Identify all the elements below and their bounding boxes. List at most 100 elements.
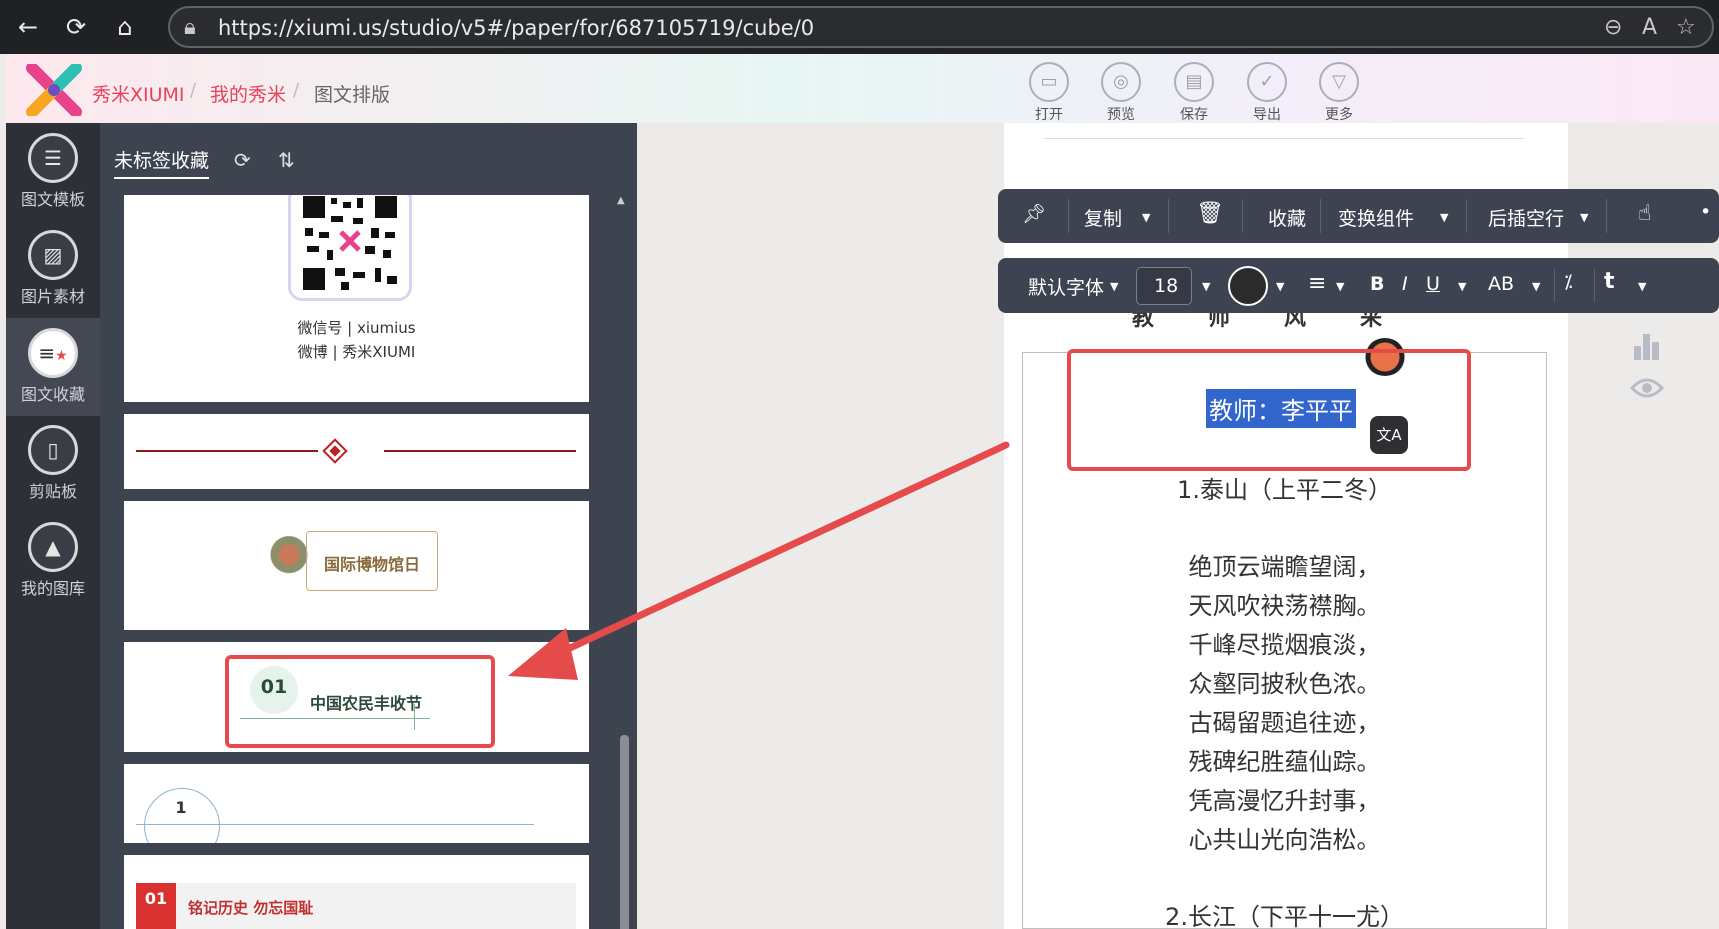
scroll-up-icon[interactable]: ▲ [617,195,625,206]
collect-button[interactable]: 收藏 [1268,204,1306,231]
breadcrumb-separator: / [293,80,300,101]
qr-frame [288,195,412,301]
poem-line: 凭高漫忆升封事， [1188,787,1381,815]
align-icon[interactable]: ≡ [1308,271,1326,296]
scrollbar-thumb[interactable] [620,735,629,929]
font-caret-icon[interactable]: ▼ [1110,280,1118,293]
toolbar-separator [1242,199,1243,233]
toolbar-separator [1466,199,1467,233]
save-icon: ▤ [1174,62,1214,102]
number-one: 1 [175,798,187,817]
favorite-card-qrcode[interactable]: 微信号 | xiumius 微博 | 秀米XIUMI [124,195,589,402]
highlight-box-festival [225,655,495,748]
component-toolbar: 📌︎ 复制 ▼ 🗑︎ 收藏 变换组件 ▼ 后插空行 ▼ ☝︎ • [998,189,1719,243]
toolbar-separator [1594,268,1595,302]
grid-icon[interactable] [1622,240,1662,250]
more-dot-icon[interactable]: • [1700,201,1711,223]
clipboard-icon: ▯ [28,425,78,475]
browser-toolbar: ← ⟳ ⌂ 🔒︎ https://xiumi.us/studio/v5#/pap… [0,0,1719,54]
preview-icon: ◎ [1101,62,1141,102]
nav-templates[interactable]: ☰ 图文模板 [6,123,100,221]
font-size-input[interactable]: 18 [1136,267,1192,305]
list-icon: ☰ [28,133,78,183]
divider-line [384,450,576,452]
poem-line: 天风吹袂荡襟胸。 [1188,592,1381,620]
eye-icon[interactable] [1630,376,1664,400]
panel-scrollbar[interactable]: ▲ [614,195,632,929]
size-caret-icon[interactable]: ▼ [1202,280,1210,293]
tab-untagged[interactable]: 未标签收藏 [114,146,210,179]
nav-clipboard[interactable]: ▯ 剪贴板 [6,415,100,513]
weibo-id: 微博 | 秀米XIUMI [297,343,416,361]
favorites-icon: ≡★ [28,328,78,378]
breadcrumb-home[interactable]: 秀米XIUMI [92,80,185,107]
highlight-box-teacher [1067,349,1471,471]
clear-format-icon[interactable]: ⁒ [1564,271,1573,293]
poem2-title: 2.长江（下平十一尤） [1165,903,1404,929]
caps-button[interactable]: AB [1488,273,1514,295]
more-button[interactable]: ▽ 更多 [1313,62,1365,124]
align-caret-icon[interactable]: ▼ [1336,280,1344,293]
toolbar-separator [1068,199,1069,233]
sort-icon[interactable]: ⇅ [278,148,295,172]
remember-number: 01 [136,883,176,929]
transform-button[interactable]: 变换组件 [1338,204,1414,231]
address-bar[interactable]: 🔒︎ https://xiumi.us/studio/v5#/paper/for… [168,6,1714,48]
text-color-swatch[interactable] [1228,266,1268,306]
font-size-value: 18 [1154,275,1179,297]
gallery-icon: ▲ [28,522,78,572]
reload-icon[interactable]: ⟳ [60,11,92,43]
nav-favorites[interactable]: ≡★ 图文收藏 [6,318,100,416]
favorite-card-remember[interactable]: 01 铭记历史 勿忘国耻 [124,855,589,929]
poem-line: 千峰尽揽烟痕淡， [1188,631,1381,659]
check-icon: ✓ [1247,62,1287,102]
url-text: https://xiumi.us/studio/v5#/paper/for/68… [218,16,815,40]
zoom-icon[interactable]: ⊖ [1604,15,1622,40]
home-icon[interactable]: ⌂ [109,11,141,43]
nav-images[interactable]: ▨ 图片素材 [6,220,100,318]
copy-button[interactable]: 复制 [1084,204,1122,231]
underline-caret-icon[interactable]: ▼ [1458,280,1466,293]
museum-title: 国际博物馆日 [323,555,420,574]
image-icon: ▨ [28,230,78,280]
breadcrumb-separator: / [190,80,197,101]
save-button[interactable]: ▤ 保存 [1168,62,1220,124]
toolbar-separator [1320,199,1321,233]
chart-icon[interactable] [1632,330,1662,360]
underline-button[interactable]: U [1426,273,1440,295]
poem-line: 残碑纪胜蕴仙踪。 [1188,748,1381,776]
italic-button[interactable]: I [1402,273,1408,295]
insert-caret-icon[interactable]: ▼ [1580,211,1588,224]
transform-caret-icon[interactable]: ▼ [1440,211,1448,224]
refresh-icon[interactable]: ⟳ [234,148,251,172]
favorite-card-number[interactable]: 1 [124,764,589,843]
select-parent-icon[interactable]: ☝︎ [1638,201,1651,226]
breadcrumb-my[interactable]: 我的秀米 [210,80,286,107]
insert-after-button[interactable]: 后插空行 [1488,204,1564,231]
font-family-select[interactable]: 默认字体 [1028,273,1104,300]
nav-gallery[interactable]: ▲ 我的图库 [6,512,100,610]
poem1-title: 1.泰山（上平二冬） [1177,476,1392,504]
favorite-card-museum[interactable]: 国际博物馆日 [124,501,589,630]
poem-line: 古碣留题追往迹， [1188,709,1381,737]
pin-icon[interactable]: 📌︎ [1022,202,1046,225]
open-button[interactable]: ▭ 打开 [1023,62,1075,124]
back-icon[interactable]: ← [12,11,44,43]
export-button[interactable]: ✓ 导出 [1241,62,1293,124]
favorite-card-divider[interactable] [124,414,589,489]
copy-caret-icon[interactable]: ▼ [1142,211,1150,224]
app-header: 秀米XIUMI / 我的秀米 / 图文排版 ▭ 打开 ◎ 预览 ▤ 保存 ✓ 导… [6,54,1719,123]
folder-icon: ▭ [1029,62,1069,102]
bold-button[interactable]: B [1370,273,1384,295]
caps-caret-icon[interactable]: ▼ [1532,280,1540,293]
poem-line: 众壑同披秋色浓。 [1188,670,1381,698]
xiumi-logo-icon[interactable] [26,64,82,116]
color-caret-icon[interactable]: ▼ [1276,280,1284,293]
delete-icon[interactable]: 🗑︎ [1196,201,1224,226]
breadcrumb-current: 图文排版 [314,84,391,106]
preview-button[interactable]: ◎ 预览 [1095,62,1147,124]
read-aloud-icon[interactable]: A [1642,15,1657,40]
text-style-caret-icon[interactable]: ▼ [1638,280,1646,293]
text-style-icon[interactable]: t [1604,269,1615,294]
favorite-star-icon[interactable]: ☆ [1676,15,1696,40]
